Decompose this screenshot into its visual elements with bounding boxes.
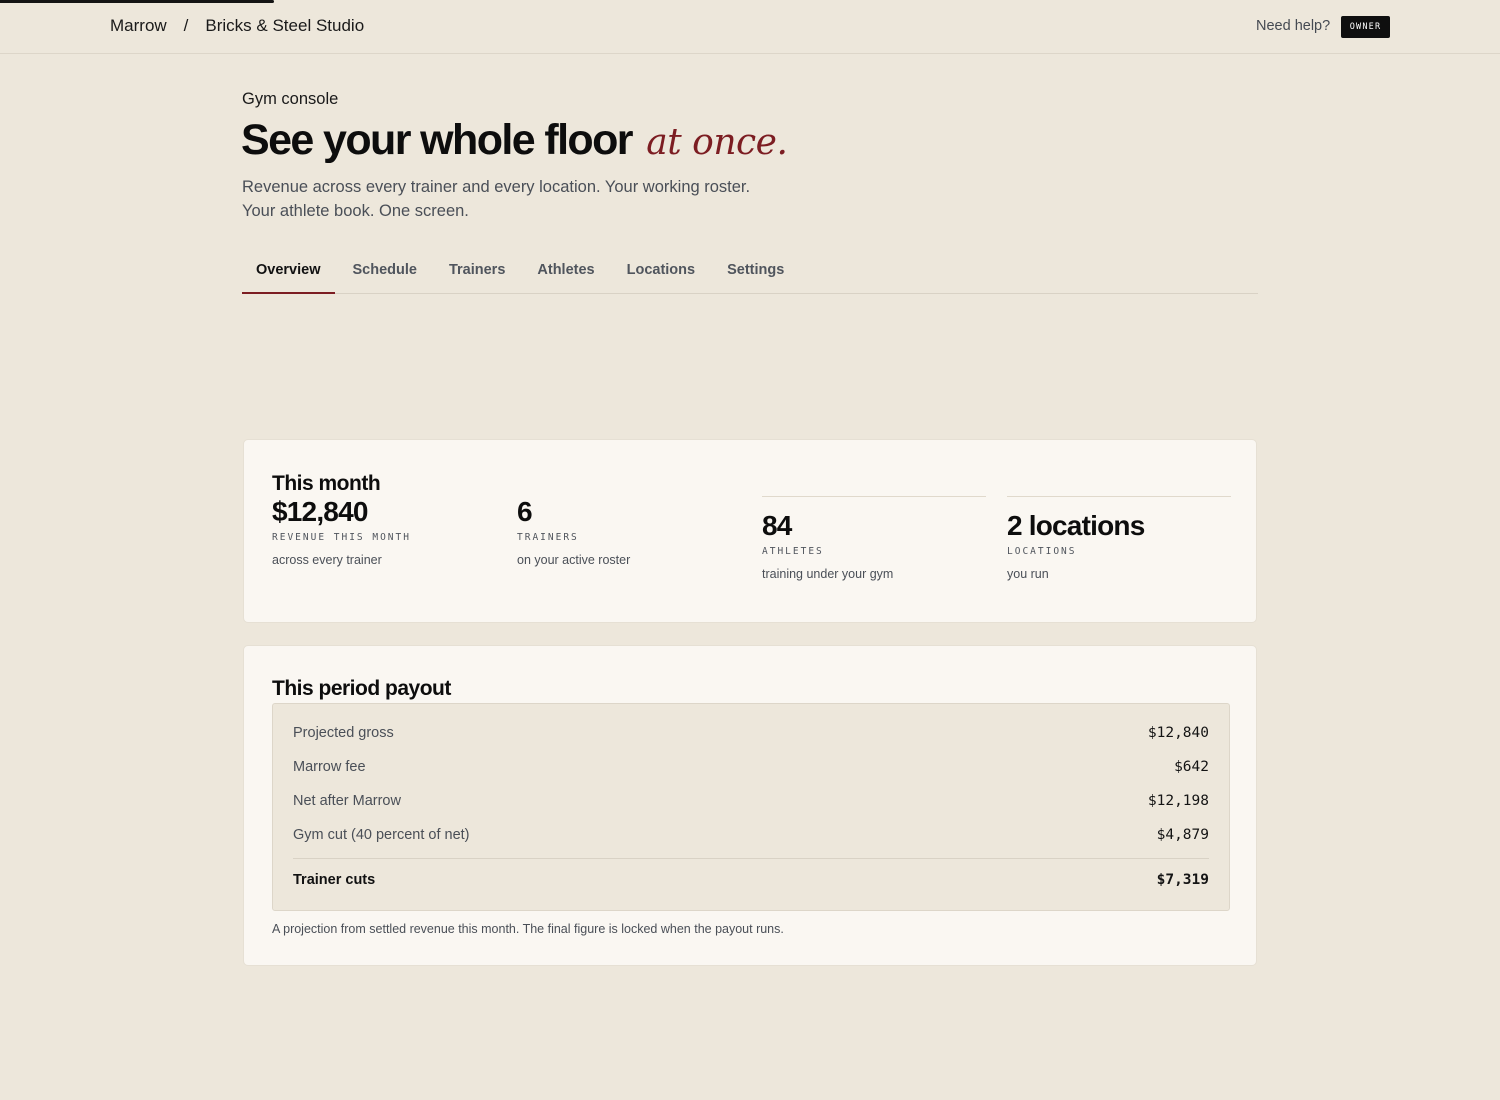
payout-footnote: A projection from settled revenue this m…: [272, 922, 784, 936]
stat-trainers: 6 TRAINERS on your active roster: [517, 496, 630, 567]
ledger-total-label: Trainer cuts: [293, 872, 376, 888]
tab-settings[interactable]: Settings: [713, 256, 798, 294]
tab-overview[interactable]: Overview: [242, 256, 335, 294]
payout-title: This period payout: [272, 677, 451, 700]
tab-locations[interactable]: Locations: [613, 256, 709, 294]
stat-locations: 2 locations LOCATIONS you run: [1007, 496, 1231, 581]
stat-divider: [1007, 496, 1231, 497]
tab-schedule[interactable]: Schedule: [339, 256, 431, 294]
tab-trainers[interactable]: Trainers: [435, 256, 519, 294]
stats-title: This month: [272, 472, 381, 495]
page-title: See your whole floor at once.: [241, 116, 788, 165]
stat-label: ATHLETES: [762, 546, 824, 557]
stat-divider: [762, 496, 986, 497]
stat-note: on your active roster: [517, 553, 631, 567]
ledger-total-amount: $7,319: [1156, 872, 1209, 888]
ledger-label: Marrow fee: [293, 759, 366, 775]
page-lede: Revenue across every trainer and every l…: [242, 178, 751, 220]
breadcrumb-brand[interactable]: Marrow: [110, 16, 167, 36]
tab-athletes[interactable]: Athletes: [523, 256, 608, 294]
top-bar: Marrow / Bricks & Steel Studio Need help…: [0, 0, 1500, 54]
page-title-accent: at once.: [646, 122, 788, 163]
stat-value: $12,840: [272, 496, 368, 527]
section-tabs: Overview Schedule Trainers Athletes Loca…: [242, 256, 1258, 294]
stat-value: 84: [762, 510, 792, 541]
ledger-amount: $12,840: [1147, 725, 1209, 741]
payout-card: This period payout Projected gross $12,8…: [243, 645, 1257, 966]
page-title-main: See your whole floor: [241, 116, 634, 164]
breadcrumb: Marrow / Bricks & Steel Studio: [110, 16, 364, 36]
stat-note: across every trainer: [272, 553, 382, 567]
ledger-total-row: Trainer cuts $7,319: [293, 870, 1209, 890]
stat-label: REVENUE THIS MONTH: [272, 532, 411, 543]
help-link[interactable]: Need help?: [1256, 18, 1330, 34]
ledger-row: Marrow fee $642: [293, 757, 1209, 777]
page-eyebrow: Gym console: [242, 90, 339, 108]
ledger-divider: [293, 858, 1209, 859]
role-badge: OWNER: [1341, 16, 1390, 38]
stat-value: 2 locations: [1007, 510, 1145, 541]
stat-note: you run: [1007, 567, 1049, 581]
ledger-amount: $642: [1174, 759, 1209, 775]
ledger-label: Projected gross: [293, 725, 394, 741]
stat-note: training under your gym: [762, 567, 894, 581]
stat-value: 6: [517, 496, 533, 527]
ledger-amount: $4,879: [1156, 827, 1209, 843]
breadcrumb-studio[interactable]: Bricks & Steel Studio: [205, 16, 364, 36]
ledger-label: Net after Marrow: [293, 793, 401, 809]
ledger-row: Net after Marrow $12,198: [293, 791, 1209, 811]
ledger-row: Projected gross $12,840: [293, 723, 1209, 743]
ledger-label: Gym cut (40 percent of net): [293, 827, 470, 843]
this-month-card: This month $12,840 REVENUE THIS MONTH ac…: [243, 439, 1257, 623]
stat-athletes: 84 ATHLETES training under your gym: [762, 496, 986, 581]
payout-ledger: Projected gross $12,840 Marrow fee $642 …: [272, 703, 1230, 911]
ledger-amount: $12,198: [1147, 793, 1209, 809]
ledger-row: Gym cut (40 percent of net) $4,879: [293, 825, 1209, 845]
stat-revenue: This month $12,840 REVENUE THIS MONTH ac…: [272, 472, 411, 567]
stat-label: LOCATIONS: [1007, 546, 1077, 557]
breadcrumb-separator: /: [183, 16, 189, 35]
stat-label: TRAINERS: [517, 532, 579, 543]
